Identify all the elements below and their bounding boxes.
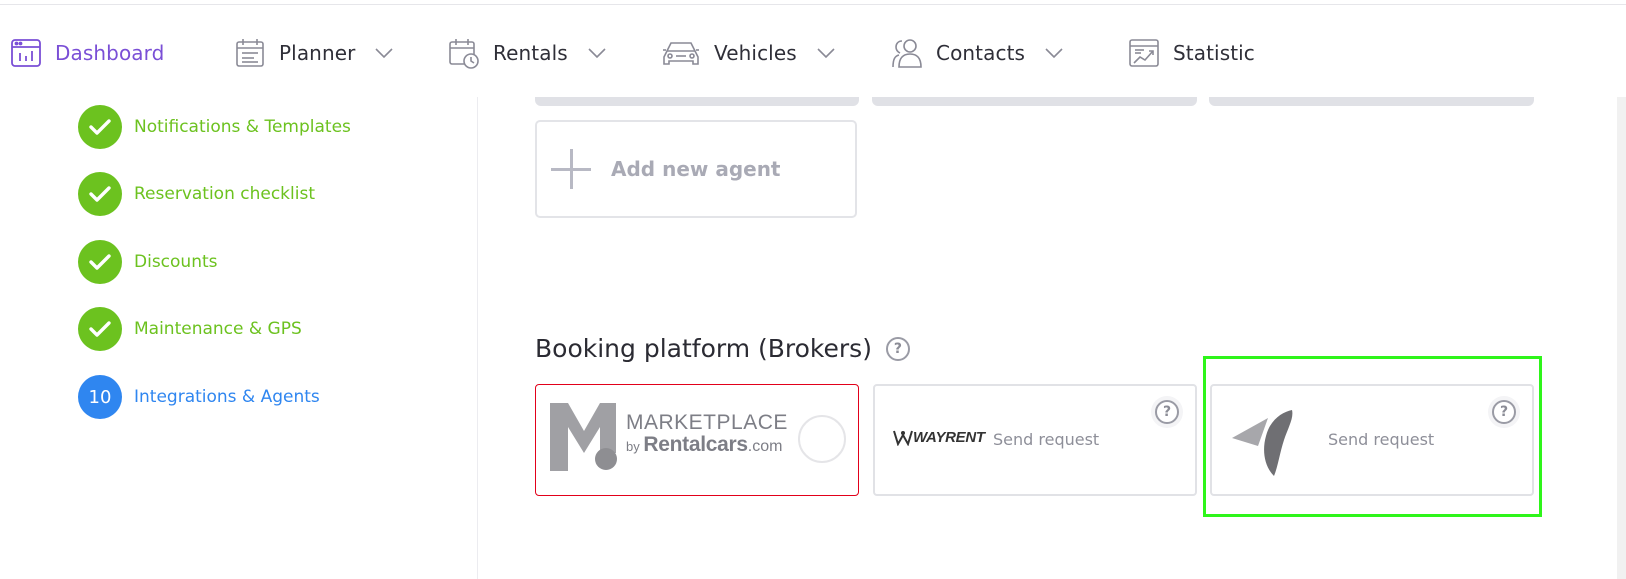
- step-label: Integrations & Agents: [134, 387, 320, 407]
- check-icon: [78, 172, 122, 216]
- setup-steps-sidebar: Notifications & Templates Reservation ch…: [0, 97, 477, 579]
- nav-planner[interactable]: Planner: [233, 33, 394, 73]
- agent-card-partial: [535, 97, 859, 106]
- agent-card-partial: [1209, 97, 1534, 106]
- paper-plane-logo: [1228, 406, 1300, 478]
- section-heading: Booking platform (Brokers): [535, 334, 872, 363]
- check-icon: [78, 307, 122, 351]
- step-discounts[interactable]: Discounts: [78, 240, 218, 284]
- step-label: Discounts: [134, 252, 218, 272]
- rentalcars-brand: Rentalcars: [643, 433, 748, 456]
- agent-card-partial: [872, 97, 1197, 106]
- add-agent-label: Add new agent: [611, 157, 781, 181]
- planner-icon: [233, 36, 267, 70]
- nav-contacts[interactable]: Contacts: [890, 33, 1063, 73]
- nav-label: Rentals: [493, 41, 568, 65]
- plus-icon: [551, 149, 591, 189]
- step-maintenance-gps[interactable]: Maintenance & GPS: [78, 307, 302, 351]
- marketplace-logo: [548, 401, 618, 473]
- nav-label: Planner: [279, 41, 356, 65]
- help-icon[interactable]: ?: [1492, 400, 1516, 424]
- wayrent-wordmark: WAYRENT: [913, 429, 985, 446]
- car-icon: [660, 36, 702, 70]
- marketplace-wordmark: MARKETPLACE by Rentalcars.com: [626, 412, 788, 458]
- step-reservation-checklist[interactable]: Reservation checklist: [78, 172, 315, 216]
- marketplace-word: MARKETPLACE: [626, 411, 788, 434]
- rentalcars-word: by Rentalcars.com: [626, 434, 788, 458]
- nav-label: Statistic: [1173, 41, 1255, 65]
- chevron-down-icon: [1045, 47, 1063, 59]
- brokers-section-title: Booking platform (Brokers) ?: [535, 334, 910, 363]
- step-notifications-templates[interactable]: Notifications & Templates: [78, 105, 351, 149]
- by-word: by: [626, 439, 640, 454]
- check-icon: [78, 105, 122, 149]
- step-label: Reservation checklist: [134, 184, 315, 204]
- nav-statistic[interactable]: Statistic: [1127, 33, 1255, 73]
- nav-label: Dashboard: [55, 41, 165, 65]
- nav-rentals[interactable]: Rentals: [447, 33, 606, 73]
- sidebar-divider: [477, 97, 478, 579]
- nav-vehicles[interactable]: Vehicles: [660, 33, 835, 73]
- chevron-down-icon: [375, 47, 394, 59]
- dotcom: .com: [747, 438, 783, 455]
- step-label: Notifications & Templates: [134, 117, 351, 137]
- broker-card-marketplace[interactable]: MARKETPLACE by Rentalcars.com: [535, 384, 859, 496]
- statistic-chart-icon: [1127, 36, 1161, 70]
- nav-label: Vehicles: [714, 41, 797, 65]
- send-request-link[interactable]: Send request: [1328, 430, 1434, 449]
- contacts-icon: [890, 36, 924, 70]
- nav-dashboard[interactable]: Dashboard: [9, 33, 164, 73]
- broker-card-paper-plane[interactable]: ? Send request: [1210, 384, 1534, 496]
- send-request-link[interactable]: Send request: [993, 430, 1099, 449]
- rentals-calendar-clock-icon: [447, 36, 481, 70]
- top-navigation: Dashboard Planner Rentals Vehicles Conta…: [0, 5, 1626, 97]
- chevron-down-icon: [817, 47, 835, 59]
- help-icon[interactable]: ?: [885, 336, 910, 361]
- dashboard-icon: [9, 36, 43, 70]
- step-number-badge: 10: [78, 375, 122, 419]
- wayrent-logo: WAYRENT: [893, 429, 985, 446]
- add-new-agent-button[interactable]: Add new agent: [535, 120, 857, 218]
- chevron-down-icon: [588, 47, 606, 59]
- select-radio[interactable]: [798, 415, 846, 463]
- step-label: Maintenance & GPS: [134, 319, 302, 339]
- help-icon[interactable]: ?: [1155, 400, 1179, 424]
- check-icon: [78, 240, 122, 284]
- vertical-scrollbar[interactable]: [1617, 97, 1626, 579]
- step-integrations-agents[interactable]: 10 Integrations & Agents: [78, 375, 320, 419]
- nav-label: Contacts: [936, 41, 1026, 65]
- broker-card-wayrent[interactable]: ? WAYRENT Send request: [873, 384, 1197, 496]
